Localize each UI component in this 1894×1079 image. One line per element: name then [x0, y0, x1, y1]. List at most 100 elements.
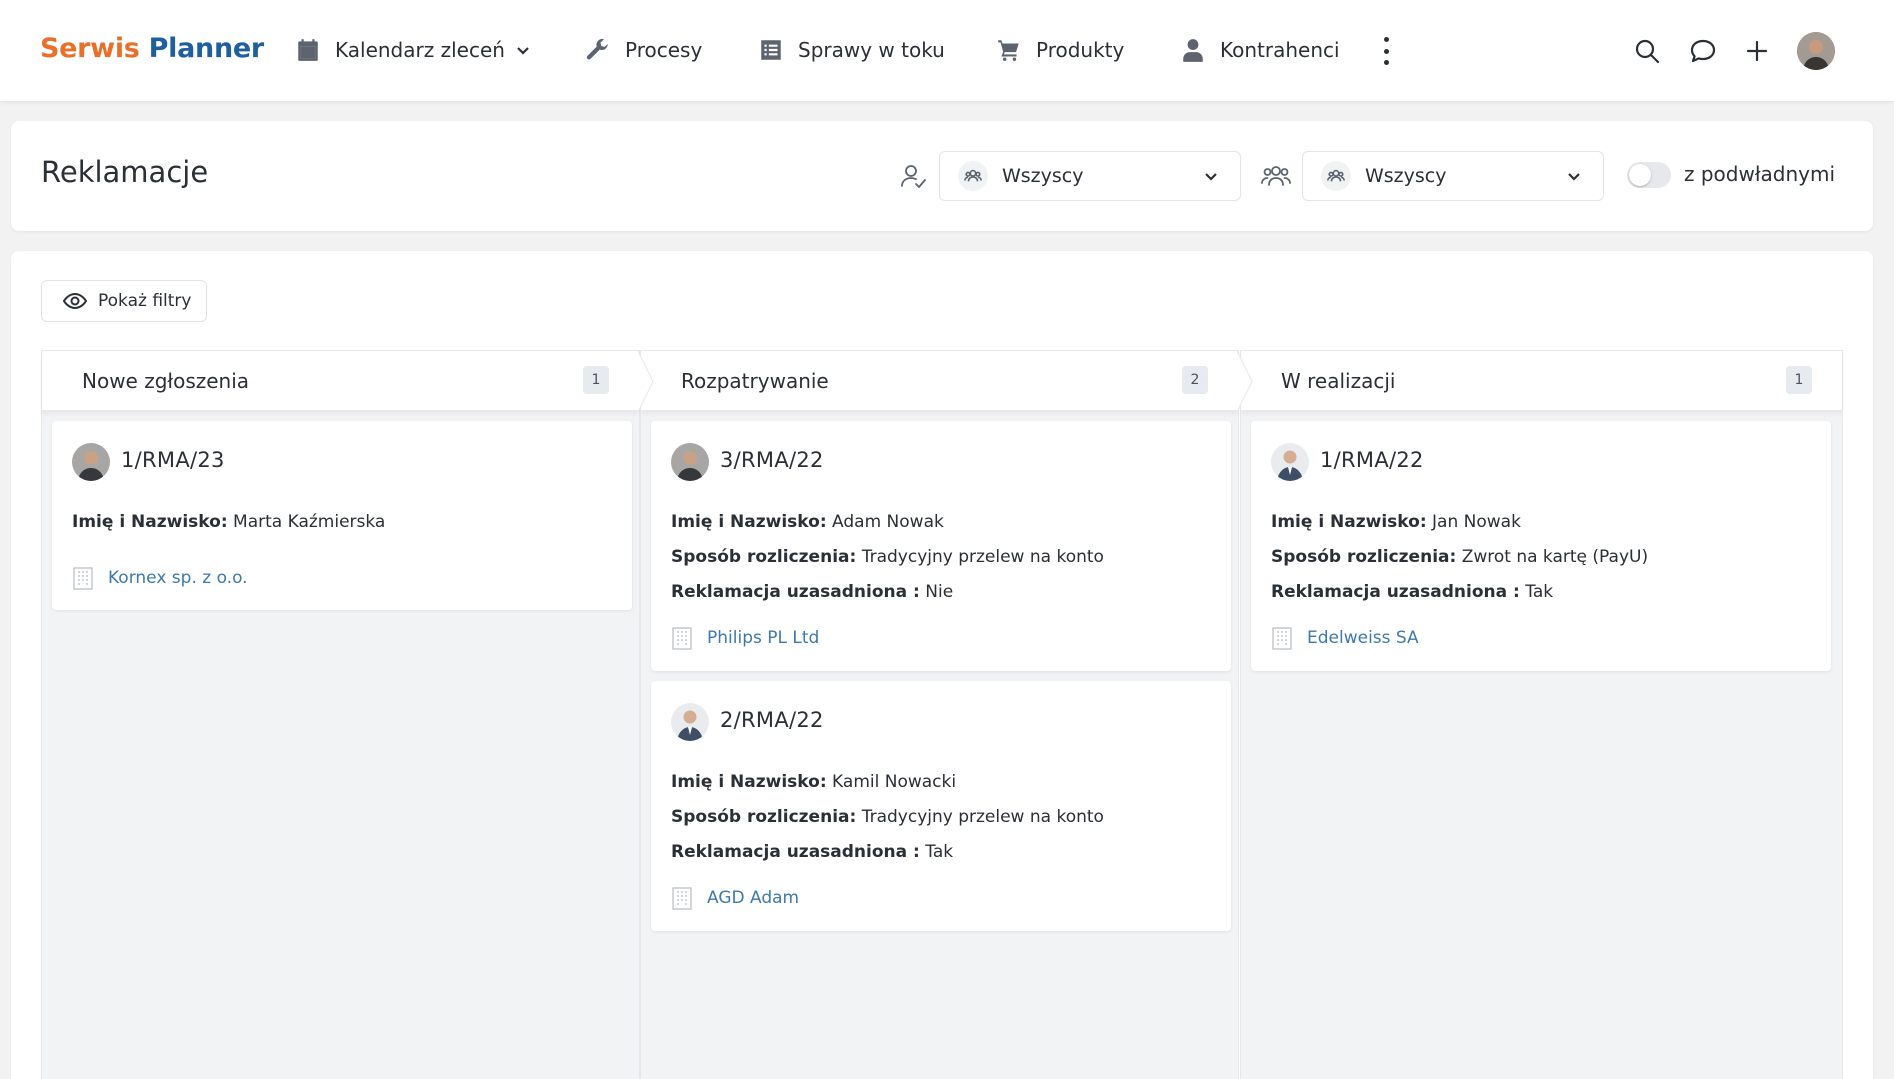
plus-icon[interactable]	[1742, 36, 1772, 66]
board-container: Pokaż filtry Nowe zgłoszenia 1 1/RMA/23 …	[11, 251, 1873, 1079]
name-field: Imię i Nazwisko: Kamil Nowacki	[671, 772, 956, 792]
field-label: Reklamacja uzasadniona :	[671, 582, 920, 602]
ticket-number: 1/RMA/22	[1320, 448, 1424, 472]
nav-processes[interactable]: Procesy	[585, 34, 702, 66]
subordinates-toggle[interactable]	[1627, 162, 1671, 188]
field-value: Tak	[925, 842, 954, 862]
users-icon	[958, 161, 988, 191]
field-label: Imię i Nazwisko:	[72, 512, 228, 532]
chat-icon[interactable]	[1688, 36, 1718, 66]
justified-field: Reklamacja uzasadniona : Tak	[1271, 582, 1553, 602]
calendar-icon	[298, 39, 318, 61]
column-count-badge: 1	[583, 366, 609, 394]
app-logo[interactable]: Serwis Planner	[40, 33, 264, 64]
column-title: W realizacji	[1281, 369, 1396, 393]
field-label: Imię i Nazwisko:	[671, 772, 827, 792]
field-value: Tradycyjny przelew na konto	[861, 807, 1104, 827]
field-label: Imię i Nazwisko:	[671, 512, 827, 532]
field-value: Tak	[1525, 582, 1554, 602]
field-label: Sposób rozliczenia:	[1271, 547, 1457, 567]
eye-icon	[62, 292, 88, 310]
building-icon	[672, 887, 692, 910]
payment-field: Sposób rozliczenia: Tradycyjny przelew n…	[671, 547, 1104, 567]
top-navbar: Serwis Planner Kalendarz zleceń Procesy …	[0, 0, 1894, 101]
building-icon	[1272, 627, 1292, 650]
column-title: Nowe zgłoszenia	[82, 369, 250, 393]
nav-products[interactable]: Produkty	[996, 34, 1124, 66]
column-header: Nowe zgłoszenia 1	[42, 350, 654, 413]
ticket-card[interactable]: 1/RMA/22 Imię i Nazwisko: Jan Nowak Spos…	[1251, 421, 1831, 671]
column-count-badge: 2	[1182, 366, 1208, 394]
nav-cases[interactable]: Sprawy w toku	[758, 34, 945, 66]
person-icon	[1183, 39, 1203, 62]
building-icon	[672, 627, 692, 650]
field-value: Jan Nowak	[1432, 512, 1521, 532]
assignee-select[interactable]: Wszyscy	[939, 151, 1241, 201]
list-icon	[761, 40, 781, 60]
company-name: Philips PL Ltd	[707, 628, 820, 648]
avatar	[671, 703, 709, 741]
nav-contractors[interactable]: Kontrahenci	[1180, 34, 1340, 66]
payment-field: Sposób rozliczenia: Zwrot na kartę (PayU…	[1271, 547, 1648, 567]
field-value: Tradycyjny przelew na konto	[861, 547, 1104, 567]
field-value: Nie	[925, 582, 954, 602]
field-label: Sposób rozliczenia:	[671, 807, 857, 827]
nav-processes-label: Procesy	[625, 38, 703, 62]
column-count-badge: 1	[1786, 366, 1812, 394]
company-name: AGD Adam	[707, 888, 800, 908]
ticket-card[interactable]: 1/RMA/23 Imię i Nazwisko: Marta Kaźmiers…	[52, 421, 632, 610]
name-field: Imię i Nazwisko: Jan Nowak	[1271, 512, 1521, 532]
team-select[interactable]: Wszyscy	[1302, 151, 1604, 201]
chevron-down-icon	[517, 47, 529, 55]
company-name: Edelweiss SA	[1307, 628, 1419, 648]
nav-calendar[interactable]: Kalendarz zleceń	[295, 34, 531, 66]
nav-cases-label: Sprawy w toku	[798, 38, 945, 62]
column-in-progress: W realizacji 1 1/RMA/22 Imię i Nazwisko:…	[1240, 350, 1843, 1079]
nav-products-label: Produkty	[1036, 38, 1125, 62]
cart-icon	[998, 40, 1019, 61]
name-field: Imię i Nazwisko: Adam Nowak	[671, 512, 944, 532]
column-review: Rozpatrywanie 2 3/RMA/22 Imię i Nazwisko…	[640, 350, 1253, 1079]
assignee-check-icon	[899, 161, 929, 191]
ticket-number: 3/RMA/22	[720, 448, 824, 472]
more-menu-icon[interactable]	[1380, 37, 1392, 65]
field-label: Reklamacja uzasadniona :	[671, 842, 920, 862]
wrench-icon	[586, 38, 608, 60]
column-new: Nowe zgłoszenia 1 1/RMA/23 Imię i Nazwis…	[41, 350, 654, 1079]
logo-part2: Planner	[148, 33, 265, 64]
show-filters-button[interactable]: Pokaż filtry	[41, 280, 207, 322]
avatar	[72, 443, 110, 481]
field-value: Zwrot na kartę (PayU)	[1461, 547, 1649, 567]
field-value: Kamil Nowacki	[832, 772, 957, 792]
payment-field: Sposób rozliczenia: Tradycyjny przelew n…	[671, 807, 1104, 827]
name-field: Imię i Nazwisko: Marta Kaźmierska	[72, 512, 385, 532]
kanban-board: Nowe zgłoszenia 1 1/RMA/23 Imię i Nazwis…	[41, 350, 1843, 1079]
field-label: Sposób rozliczenia:	[671, 547, 857, 567]
user-avatar[interactable]	[1797, 32, 1835, 70]
assignee-select-value: Wszyscy	[1002, 165, 1084, 187]
page-title: Reklamacje	[41, 155, 209, 189]
nav-calendar-label: Kalendarz zleceń	[335, 38, 505, 62]
show-filters-label: Pokaż filtry	[98, 291, 192, 311]
column-title: Rozpatrywanie	[681, 369, 829, 393]
column-header: Rozpatrywanie 2	[641, 350, 1253, 413]
company-link[interactable]: AGD Adam	[671, 886, 799, 910]
search-icon[interactable]	[1632, 36, 1662, 66]
avatar	[1271, 443, 1309, 481]
page-header: Reklamacje Wszyscy Wszyscy z podwładnymi	[11, 121, 1873, 231]
column-header: W realizacji 1	[1241, 350, 1842, 411]
field-label: Reklamacja uzasadniona :	[1271, 582, 1520, 602]
company-link[interactable]: Kornex sp. z o.o.	[72, 566, 248, 590]
subordinates-toggle-label: z podwładnymi	[1684, 162, 1836, 186]
ticket-card[interactable]: 3/RMA/22 Imię i Nazwisko: Adam Nowak Spo…	[651, 421, 1231, 671]
ticket-number: 1/RMA/23	[121, 448, 225, 472]
company-link[interactable]: Philips PL Ltd	[671, 626, 819, 650]
team-select-value: Wszyscy	[1365, 165, 1447, 187]
building-icon	[73, 567, 93, 590]
ticket-card[interactable]: 2/RMA/22 Imię i Nazwisko: Kamil Nowacki …	[651, 681, 1231, 931]
justified-field: Reklamacja uzasadniona : Tak	[671, 842, 953, 862]
users-icon	[1321, 161, 1351, 191]
company-link[interactable]: Edelweiss SA	[1271, 626, 1419, 650]
company-name: Kornex sp. z o.o.	[108, 568, 248, 588]
logo-part1: Serwis	[40, 33, 140, 64]
